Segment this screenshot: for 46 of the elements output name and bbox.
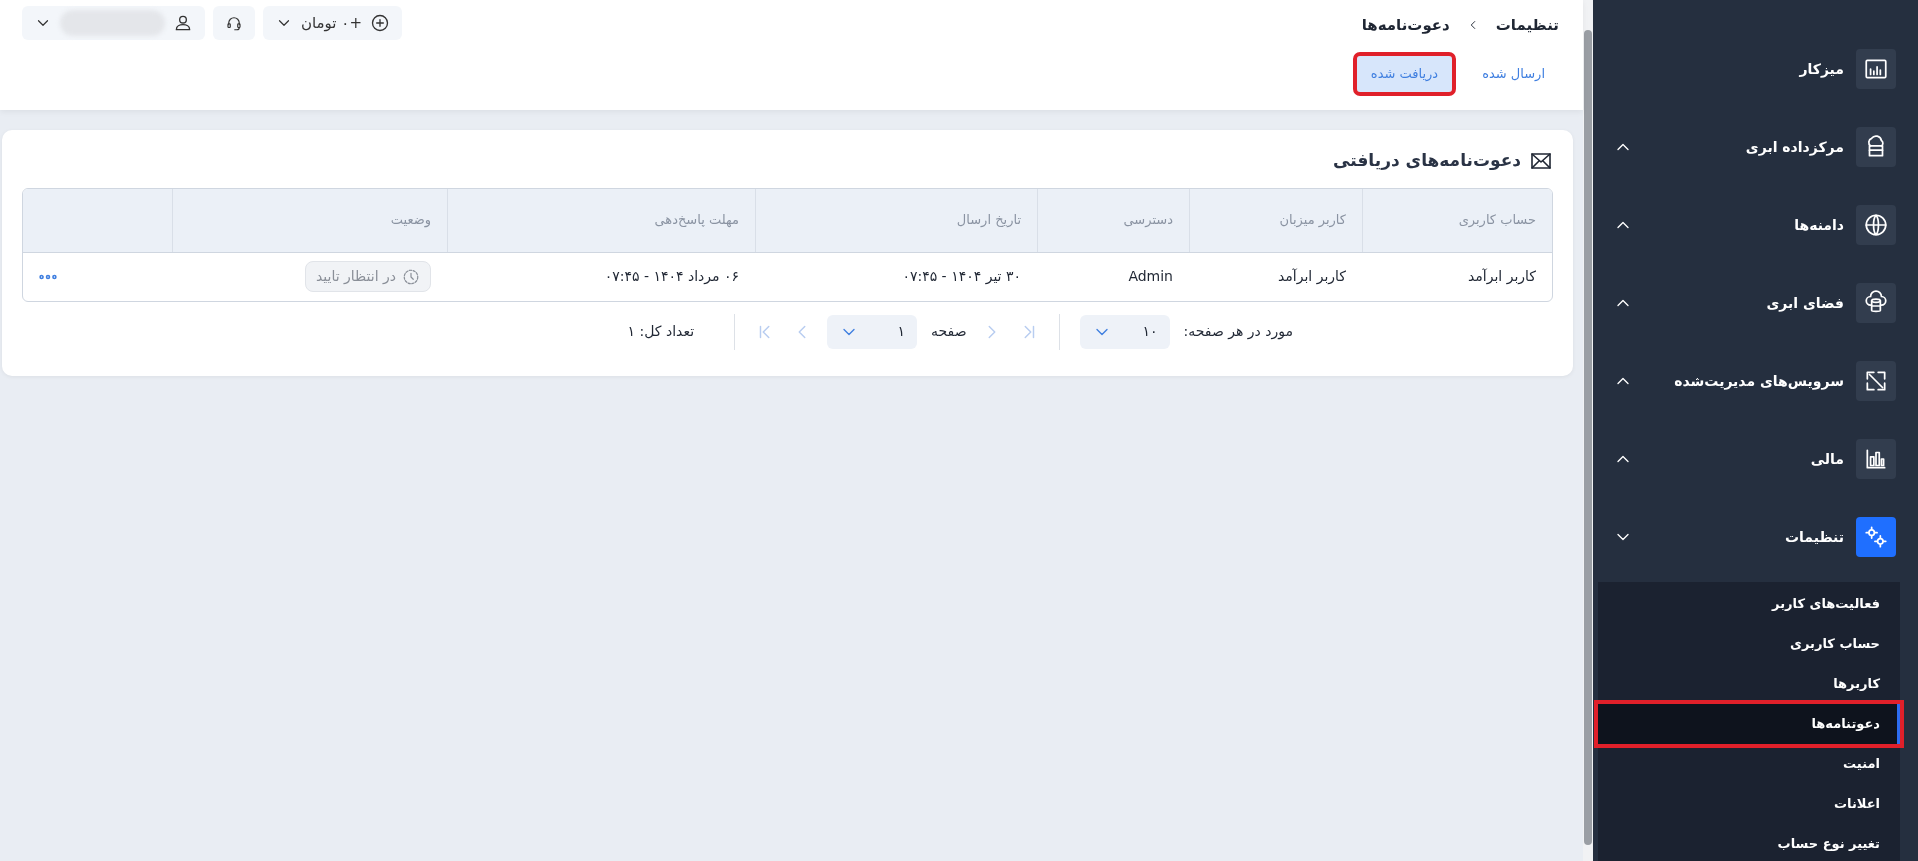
column-header: تاریخ ارسال xyxy=(755,188,1037,252)
submenu-item[interactable]: حساب کاربری xyxy=(1598,624,1900,664)
balance-button[interactable]: +۰ تومان xyxy=(263,6,402,40)
table-cell-text: Admin xyxy=(1127,267,1174,286)
submenu-item[interactable]: کاربرها xyxy=(1598,664,1900,704)
breadcrumb-item[interactable]: تنظیمات xyxy=(1495,14,1559,37)
table-cell-text: کاربر ابرآمد xyxy=(1467,267,1537,287)
submenu-item[interactable]: تغییر نوع حساب xyxy=(1598,824,1900,861)
sidebar-item[interactable]: دامنه‌ها xyxy=(1593,186,1918,264)
add-icon xyxy=(369,13,390,33)
per-page-select[interactable]: ۱۰ xyxy=(1079,314,1170,349)
headset-icon xyxy=(225,14,243,32)
submenu-item[interactable]: امنیت xyxy=(1598,744,1900,784)
column-header: مهلت پاسخ‌دهی xyxy=(447,188,755,252)
account-button[interactable] xyxy=(22,6,205,40)
column-header: کاربر میزبان xyxy=(1189,188,1362,252)
page-label: صفحه xyxy=(931,322,967,341)
scrollbar[interactable] xyxy=(1584,30,1592,845)
submenu-item[interactable]: فعالیت‌های کاربر xyxy=(1598,584,1900,624)
sidebar-item[interactable]: تنظیمات xyxy=(1593,498,1918,576)
sidebar-item[interactable]: سرویس‌های مدیریت‌شده xyxy=(1593,342,1918,420)
user-icon xyxy=(173,13,193,33)
table-cell-text: ۰۶ مرداد ۱۴۰۴ - ۰۷:۴۵ xyxy=(603,267,740,287)
column-header: وضعیت xyxy=(172,188,447,252)
support-button[interactable] xyxy=(213,6,255,40)
total-count: تعداد کل: ۱ xyxy=(627,322,695,341)
status-badge: در انتظار تایید xyxy=(304,261,431,292)
sidebar-item[interactable]: فضای ابری xyxy=(1593,264,1918,342)
globe-icon xyxy=(1863,212,1889,238)
sidebar-item[interactable]: مالی xyxy=(1593,420,1918,498)
breadcrumb-item[interactable]: دعوت‌نامه‌ها xyxy=(1361,14,1450,37)
sidebar-item[interactable]: میزکار xyxy=(1593,30,1918,108)
card-title: دعوت‌نامه‌های دریافتی xyxy=(1333,149,1521,172)
table-cell-text: ۳۰ تیر ۱۴۰۴ - ۰۷:۴۵ xyxy=(901,267,1022,287)
settings-icon xyxy=(1863,524,1889,550)
clock-icon xyxy=(402,267,420,286)
per-page-label: مورد در هر صفحه: xyxy=(1183,322,1293,342)
column-header: حساب کاربری xyxy=(1362,188,1552,252)
column-header: دسترسی xyxy=(1037,188,1189,252)
chart-icon xyxy=(1863,56,1889,82)
sidebar-item[interactable]: مرکزداده ابری xyxy=(1593,108,1918,186)
table-cell-text: کاربر ابرآمد xyxy=(1277,267,1347,287)
resize-icon xyxy=(1863,368,1889,394)
submenu-item[interactable]: اعلانات xyxy=(1598,784,1900,824)
tab[interactable]: ارسال شده xyxy=(1468,56,1559,92)
page-select[interactable]: ۱ xyxy=(827,314,918,349)
